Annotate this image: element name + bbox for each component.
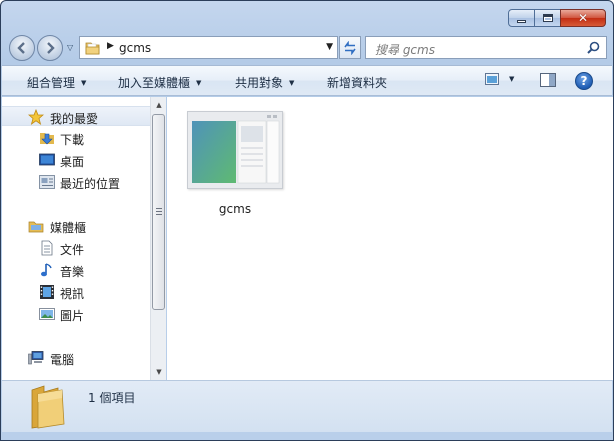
item-count-status: 1 個項目: [88, 391, 136, 405]
forward-arrow-icon: [47, 42, 55, 54]
change-view-button[interactable]: ▼: [485, 73, 514, 85]
folder-large-icon: [31, 385, 65, 429]
preview-pane-button[interactable]: [540, 73, 556, 90]
minimize-button[interactable]: [508, 9, 535, 27]
scrollbar-grip-icon: [156, 208, 162, 217]
nav-item-video[interactable]: 視訊: [2, 282, 150, 302]
computer-icon: [28, 351, 44, 365]
breadcrumb-gcms[interactable]: gcms: [119, 41, 151, 55]
help-button[interactable]: ?: [575, 72, 593, 90]
minimize-icon: [517, 19, 526, 23]
chevron-down-icon: ▼: [289, 78, 295, 87]
nav-libraries-label: 媒體櫃: [50, 221, 87, 235]
pictures-icon: [39, 308, 55, 320]
address-bar[interactable]: ▶ gcms ▼: [79, 36, 338, 59]
video-icon: [40, 285, 54, 299]
refresh-icon: [344, 40, 356, 55]
breadcrumb-separator-icon[interactable]: ▶: [107, 41, 114, 51]
star-icon: [28, 109, 44, 125]
file-name: gcms: [218, 202, 252, 216]
command-bar: 組合管理 ▼ 加入至媒體櫃 ▼ 共用對象 ▼ 新增資料夾 ▼ ?: [2, 65, 612, 96]
nav-computer-label: 電腦: [50, 353, 75, 367]
organize-button[interactable]: 組合管理 ▼: [27, 74, 86, 91]
nav-favorites[interactable]: 我的最愛: [2, 106, 150, 126]
forward-button[interactable]: [37, 35, 63, 61]
nav-item-label: 視訊: [60, 287, 85, 301]
search-box[interactable]: 搜尋 gcms: [365, 36, 607, 59]
scrollbar-thumb[interactable]: [152, 114, 165, 310]
chevron-down-icon: ▼: [196, 78, 202, 87]
close-icon: ✕: [577, 11, 589, 25]
nav-item-label: 最近的位置: [60, 177, 121, 191]
nav-item-pictures[interactable]: 圖片: [2, 304, 150, 324]
back-arrow-icon: [17, 42, 25, 54]
new-folder-label: 新增資料夾: [327, 76, 388, 90]
nav-item-label: 桌面: [60, 155, 85, 169]
navigation-pane: 我的最愛 下載 桌面 最近的位置 媒體櫃 文件 音樂 視訊 圖片 電腦: [2, 97, 150, 380]
search-placeholder: 搜尋 gcms: [375, 43, 435, 57]
file-list[interactable]: gcms: [167, 97, 613, 380]
scroll-up-icon[interactable]: ▲: [151, 97, 167, 113]
add-to-library-button[interactable]: 加入至媒體櫃 ▼: [118, 74, 201, 91]
close-button[interactable]: ✕: [560, 9, 606, 27]
nav-item-label: 音樂: [60, 265, 85, 279]
music-icon: [41, 263, 52, 277]
explorer-window: ✕ ▽ ▶ gcms ▼ 搜尋 gcms 組合管理 ▼ 加入至媒體櫃 ▼ 共用對…: [0, 0, 614, 441]
file-preview-icon: [188, 112, 282, 188]
help-icon: ?: [580, 74, 588, 88]
caption-buttons: ✕: [508, 9, 606, 27]
add-to-library-label: 加入至媒體櫃: [118, 76, 191, 90]
view-icon: [485, 73, 499, 85]
chevron-down-icon: ▼: [81, 78, 87, 87]
organize-label: 組合管理: [27, 76, 76, 90]
nav-item-recent-places[interactable]: 最近的位置: [2, 172, 150, 192]
preview-pane-icon: [540, 73, 556, 87]
new-folder-button[interactable]: 新增資料夾: [327, 74, 387, 91]
folder-icon: [85, 42, 100, 55]
share-with-button[interactable]: 共用對象 ▼: [235, 74, 294, 91]
maximize-button[interactable]: [534, 9, 561, 27]
nav-item-downloads[interactable]: 下載: [2, 128, 150, 148]
nav-item-desktop[interactable]: 桌面: [2, 150, 150, 170]
back-button[interactable]: [9, 35, 35, 61]
file-thumbnail: [187, 111, 283, 189]
nav-pane-scrollbar[interactable]: ▲ ▼: [150, 97, 166, 380]
nav-item-music[interactable]: 音樂: [2, 260, 150, 280]
nav-item-label: 文件: [60, 243, 85, 257]
file-item-gcms[interactable]: gcms: [187, 111, 283, 221]
recent-pages-chevron-icon[interactable]: ▽: [67, 43, 73, 52]
download-folder-icon: [40, 133, 54, 145]
nav-item-label: 圖片: [60, 309, 85, 323]
maximize-icon: [542, 14, 553, 22]
address-dropdown-icon[interactable]: ▼: [326, 42, 333, 52]
library-icon: [28, 221, 44, 233]
nav-item-label: 下載: [60, 133, 85, 147]
nav-libraries[interactable]: 媒體櫃: [2, 216, 150, 236]
nav-computer[interactable]: 電腦: [2, 348, 150, 368]
nav-item-documents[interactable]: 文件: [2, 238, 150, 258]
search-icon[interactable]: [587, 41, 600, 54]
navigation-row: ▽ ▶ gcms ▼ 搜尋 gcms: [9, 34, 607, 61]
recent-places-icon: [39, 175, 55, 189]
scroll-down-icon[interactable]: ▼: [151, 364, 167, 380]
nav-favorites-label: 我的最愛: [50, 112, 99, 126]
refresh-button[interactable]: [339, 36, 361, 59]
documents-icon: [41, 240, 53, 256]
share-with-label: 共用對象: [235, 76, 284, 90]
details-pane: 1 個項目: [2, 380, 612, 432]
desktop-icon: [39, 153, 55, 166]
chevron-down-icon: ▼: [509, 75, 515, 83]
